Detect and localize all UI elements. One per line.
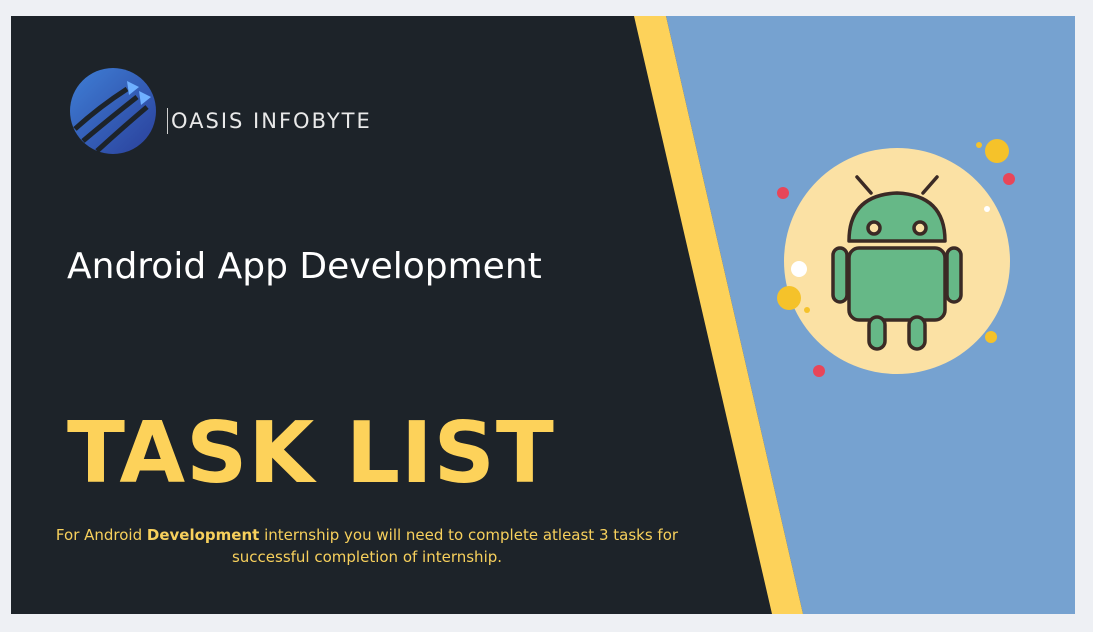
globe-arrows-logo-icon: [69, 67, 157, 155]
slide: OASIS INFOBYTE Android App Development T…: [11, 16, 1075, 614]
description-rest: internship you will need to complete atl…: [231, 526, 679, 566]
android-illustration: [767, 131, 1027, 391]
description: For Android Development internship you w…: [31, 524, 703, 568]
page-subtitle: Android App Development: [67, 246, 542, 287]
description-bold: Development: [146, 526, 260, 544]
page-title: TASK LIST: [67, 404, 555, 503]
description-lead: For Android: [55, 526, 147, 544]
brand-name: OASIS INFOBYTE: [167, 108, 372, 134]
